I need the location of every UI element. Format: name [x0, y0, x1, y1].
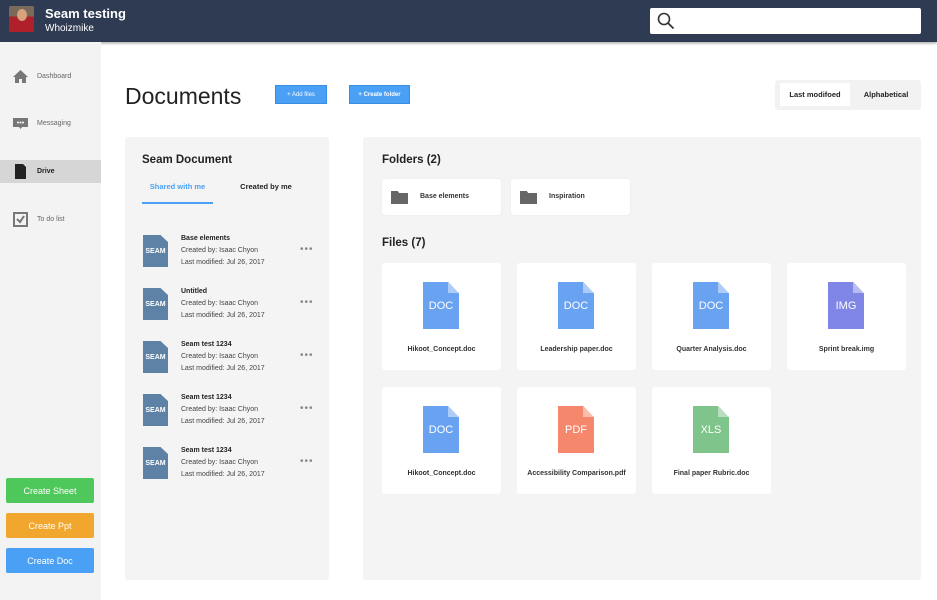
- item-name: Seam test 1234: [181, 394, 232, 401]
- file-name: Leadership paper.doc: [540, 346, 613, 353]
- file-name: Hikoot_Concept.doc: [407, 470, 476, 477]
- file-card[interactable]: PDF Accessibility Comparison.pdf: [517, 387, 636, 494]
- list-item[interactable]: SEAM Untitled Created by: Isaac Chyon La…: [143, 288, 323, 323]
- item-name: Untitled: [181, 288, 208, 295]
- item-last-modified: Last modified: Jul 26, 2017: [181, 259, 265, 266]
- folder-icon: [520, 191, 537, 204]
- pdf-file-icon: PDF: [558, 406, 594, 453]
- tab-created-by-me[interactable]: Created by me: [232, 182, 300, 204]
- document-icon: [15, 164, 26, 179]
- message-icon: [13, 118, 28, 129]
- folder-name: Inspiration: [549, 193, 585, 200]
- item-created-by: Created by: Isaac Chyon: [181, 459, 259, 466]
- item-created-by: Created by: Isaac Chyon: [181, 353, 259, 360]
- create-ppt-button[interactable]: Create Ppt: [6, 513, 94, 538]
- item-last-modified: Last modified: Jul 26, 2017: [181, 471, 265, 478]
- xls-file-icon: XLS: [693, 406, 729, 453]
- panel-title: Seam Document: [142, 154, 233, 166]
- list-item[interactable]: SEAM Seam test 1234 Created by: Isaac Ch…: [143, 341, 323, 376]
- list-item[interactable]: SEAM Seam test 1234 Created by: Isaac Ch…: [143, 394, 323, 429]
- home-icon: [13, 70, 28, 83]
- seam-file-icon: SEAM: [143, 235, 168, 267]
- seam-file-icon: SEAM: [143, 341, 168, 373]
- sort-toggle: Last modifoed Alphabetical: [775, 80, 921, 110]
- file-card[interactable]: DOC Hikoot_Concept.doc: [382, 387, 501, 494]
- folder-card[interactable]: Base elements: [382, 179, 501, 215]
- more-options-icon[interactable]: •••: [300, 297, 314, 308]
- item-name: Seam test 1234: [181, 341, 232, 348]
- folder-name: Base elements: [420, 193, 470, 200]
- file-card[interactable]: DOC Leadership paper.doc: [517, 263, 636, 370]
- sidebar-item-todo[interactable]: To do list: [0, 208, 101, 231]
- sort-alphabetical[interactable]: Alphabetical: [853, 83, 919, 106]
- create-folder-button[interactable]: + Create folder: [349, 85, 410, 104]
- files-heading: Files (7): [382, 237, 426, 249]
- file-name: Sprint break.img: [818, 346, 875, 353]
- seam-file-icon: SEAM: [143, 288, 168, 320]
- seam-file-icon: SEAM: [143, 447, 168, 479]
- file-card[interactable]: DOC Hikoot_Concept.doc: [382, 263, 501, 370]
- checkbox-icon: [13, 212, 28, 227]
- file-name: Accessibility Comparison.pdf: [527, 470, 626, 477]
- item-created-by: Created by: Isaac Chyon: [181, 406, 259, 413]
- more-options-icon[interactable]: •••: [300, 350, 314, 361]
- file-name: Final paper Rubric.doc: [673, 470, 750, 477]
- seam-file-icon: SEAM: [143, 394, 168, 426]
- page-title: Documents: [125, 83, 242, 109]
- create-doc-button[interactable]: Create Doc: [6, 548, 94, 573]
- item-last-modified: Last modified: Jul 26, 2017: [181, 418, 265, 425]
- sidebar-item-dashboard[interactable]: Dashboard: [0, 65, 101, 88]
- file-card[interactable]: IMG Sprint break.img: [787, 263, 906, 370]
- top-header: Seam testing Whoizmike: [0, 0, 937, 42]
- list-item[interactable]: SEAM Seam test 1234 Created by: Isaac Ch…: [143, 447, 323, 482]
- doc-file-icon: DOC: [693, 282, 729, 329]
- search-input[interactable]: [650, 8, 921, 34]
- folders-heading: Folders (2): [382, 154, 441, 166]
- doc-file-icon: DOC: [423, 282, 459, 329]
- item-last-modified: Last modified: Jul 26, 2017: [181, 312, 265, 319]
- more-options-icon[interactable]: •••: [300, 403, 314, 414]
- create-sheet-button[interactable]: Create Sheet: [6, 478, 94, 503]
- file-name: Hikoot_Concept.doc: [407, 346, 476, 353]
- doc-file-icon: DOC: [558, 282, 594, 329]
- sidebar-item-drive[interactable]: Drive: [0, 160, 101, 183]
- file-card[interactable]: DOC Quarter Analysis.doc: [652, 263, 771, 370]
- avatar[interactable]: [9, 6, 34, 32]
- more-options-icon[interactable]: •••: [300, 456, 314, 467]
- item-name: Seam test 1234: [181, 447, 232, 454]
- sidebar-item-label: Messaging: [37, 120, 71, 127]
- add-files-button[interactable]: + Add files: [275, 85, 327, 104]
- sidebar-item-messaging[interactable]: Messaging: [0, 112, 101, 135]
- workspace-title: Seam testing: [45, 6, 126, 21]
- sidebar: Dashboard Messaging Drive To do list Cre…: [0, 42, 101, 600]
- file-card[interactable]: XLS Final paper Rubric.doc: [652, 387, 771, 494]
- item-name: Base elements: [181, 235, 231, 242]
- search-icon: [657, 12, 675, 30]
- username: Whoizmike: [45, 23, 94, 34]
- sidebar-item-label: Dashboard: [37, 73, 72, 80]
- doc-file-icon: DOC: [423, 406, 459, 453]
- tab-shared-with-me[interactable]: Shared with me: [142, 182, 213, 204]
- folder-icon: [391, 191, 408, 204]
- img-file-icon: IMG: [828, 282, 864, 329]
- sort-last-modified[interactable]: Last modifoed: [780, 83, 850, 106]
- more-options-icon[interactable]: •••: [300, 244, 314, 255]
- sidebar-item-label: Drive: [37, 168, 55, 175]
- sidebar-item-label: To do list: [37, 216, 65, 223]
- item-created-by: Created by: Isaac Chyon: [181, 300, 259, 307]
- item-created-by: Created by: Isaac Chyon: [181, 247, 259, 254]
- list-item[interactable]: SEAM Base elements Created by: Isaac Chy…: [143, 235, 323, 270]
- item-last-modified: Last modified: Jul 26, 2017: [181, 365, 265, 372]
- folder-card[interactable]: Inspiration: [511, 179, 630, 215]
- file-name: Quarter Analysis.doc: [676, 346, 747, 353]
